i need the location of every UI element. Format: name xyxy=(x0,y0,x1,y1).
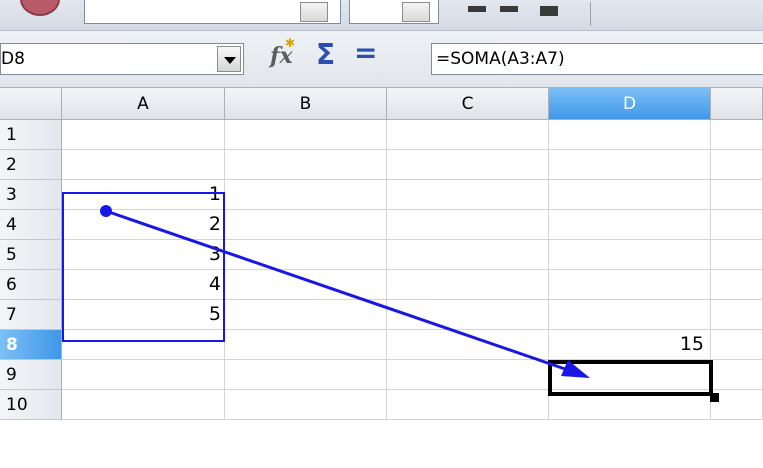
spreadsheet-window: D8 fx ✱ Σ = =SOMA(A3:A7) A B C D 1 2 3 4… xyxy=(0,0,763,468)
trace-precedents-arrow xyxy=(100,205,590,378)
trace-arrow-line xyxy=(105,209,569,372)
trace-arrow-head xyxy=(561,360,590,378)
